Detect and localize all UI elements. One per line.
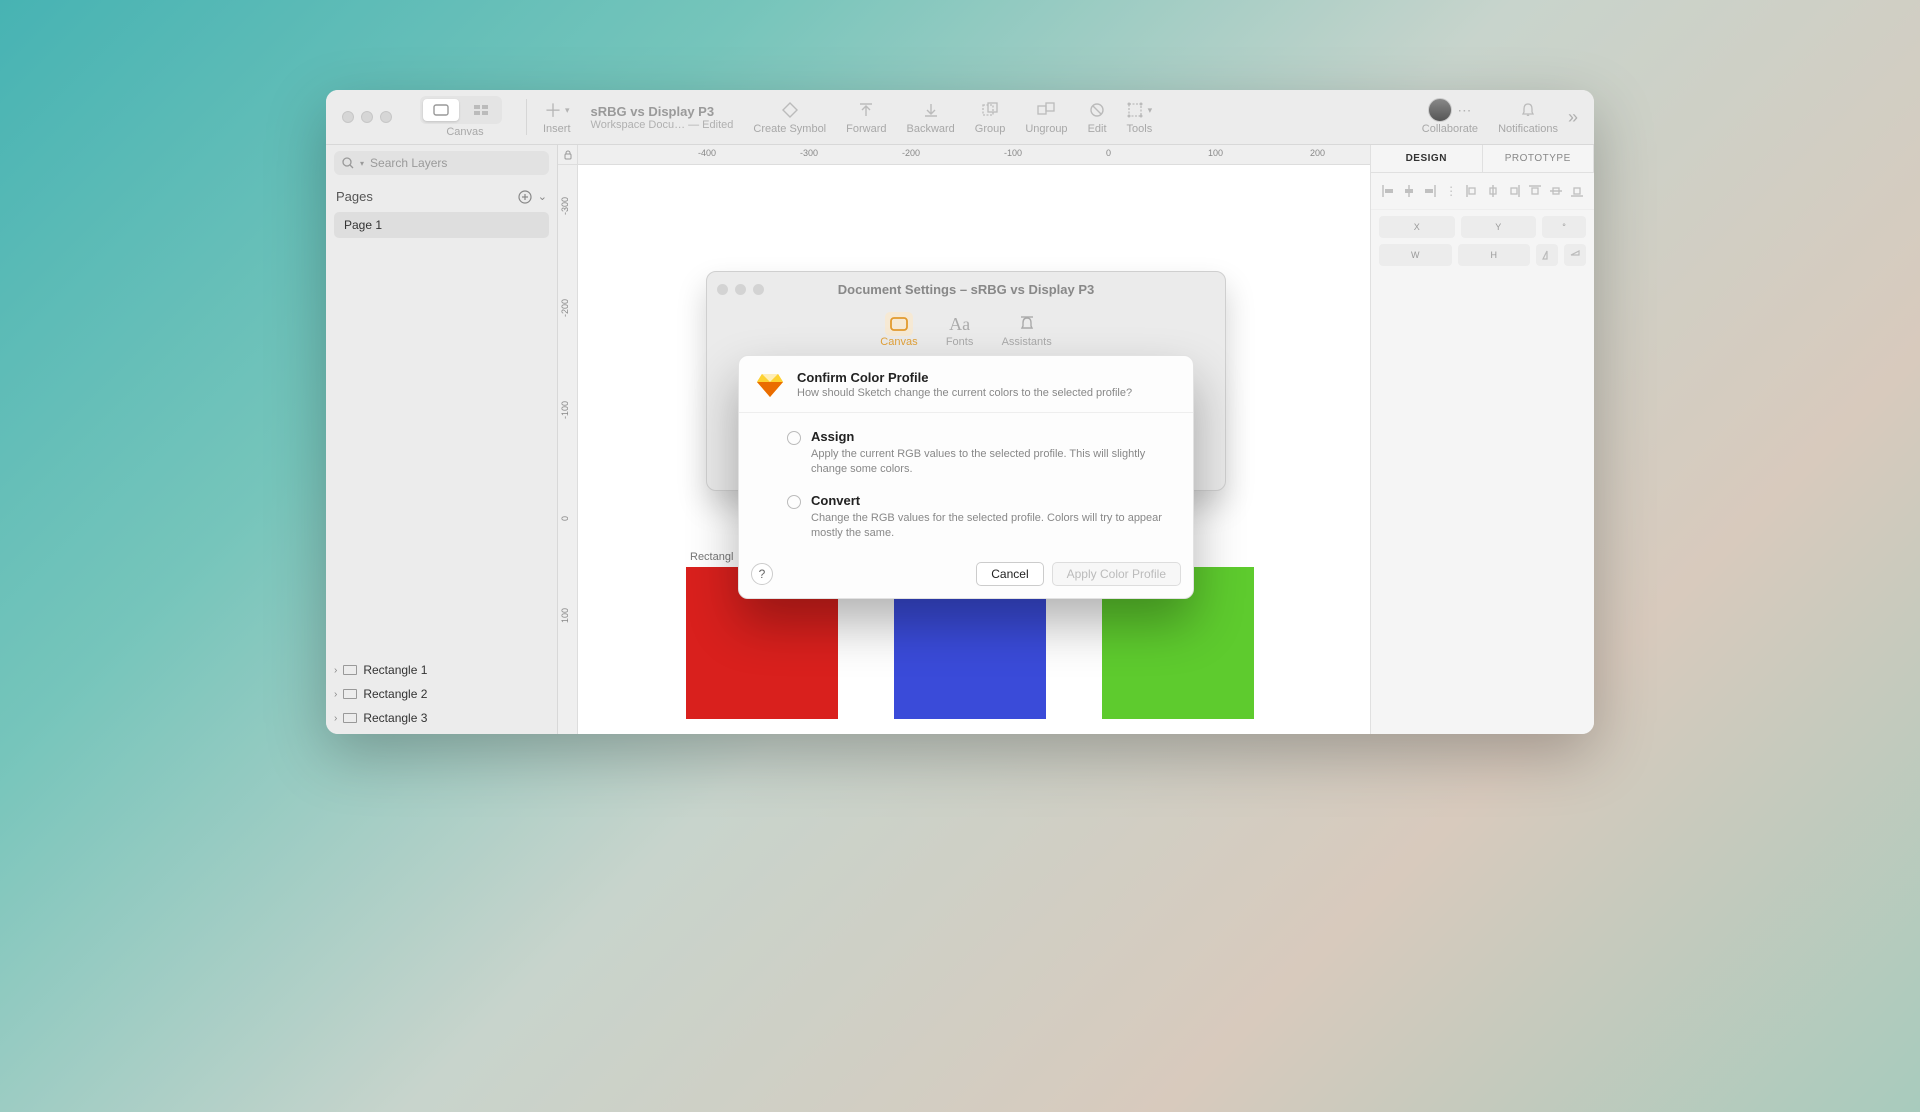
window-traffic-lights[interactable] (342, 111, 392, 123)
artboard-icon (343, 689, 357, 699)
close-icon[interactable] (342, 111, 354, 123)
flip-h-icon[interactable] (1536, 244, 1558, 266)
chevron-right-icon[interactable]: › (334, 665, 337, 676)
edit-button[interactable]: Edit (1078, 99, 1117, 135)
vertical-ruler: -300 -200 -100 0 100 (558, 165, 578, 734)
artboard-icon (343, 665, 357, 675)
apply-color-profile-button[interactable]: Apply Color Profile (1052, 562, 1181, 586)
canvas-view-toggle: Canvas (410, 96, 520, 138)
layer-item[interactable]: › Rectangle 1 (326, 658, 557, 682)
radio-icon[interactable] (787, 495, 801, 509)
artboard-icon (343, 713, 357, 723)
x-field[interactable]: X (1379, 216, 1455, 238)
tools-button[interactable]: ▾ Tools (1117, 99, 1163, 135)
group-button[interactable]: Group (965, 99, 1016, 135)
app-window: Canvas ＋▾ Insert sRBG vs Display P3 Work… (326, 90, 1594, 734)
horizontal-ruler: -400 -300 -200 -100 0 100 200 (578, 145, 1370, 165)
canvas-icon (885, 312, 913, 336)
search-icon (342, 157, 354, 169)
inspector-panel: DESIGN PROTOTYPE ⋮ X Y ° (1370, 145, 1594, 734)
artboard-label: Rectangl (690, 551, 733, 563)
canvas-area[interactable]: -400 -300 -200 -100 0 100 200 -300 -200 … (558, 145, 1370, 734)
forward-button[interactable]: Forward (836, 99, 896, 135)
page-item[interactable]: Page 1 (334, 212, 549, 238)
w-field[interactable]: W (1379, 244, 1452, 266)
canvas[interactable]: Rectangl Document Settings – sRBG vs Dis… (578, 165, 1370, 734)
tab-prototype[interactable]: PROTOTYPE (1483, 145, 1595, 172)
align-bottom-icon[interactable] (1567, 181, 1586, 201)
docset-titlebar: Document Settings – sRBG vs Display P3 (707, 272, 1225, 306)
left-sidebar: ▾ Search Layers Pages ⌄ Page 1 › Rectang… (326, 145, 558, 734)
pages-header: Pages ⌄ (326, 181, 557, 212)
overflow-icon[interactable]: » (1568, 107, 1584, 128)
align-right-edge-icon[interactable] (1504, 181, 1523, 201)
chevron-right-icon[interactable]: › (334, 689, 337, 700)
canvas-toggle-label: Canvas (446, 126, 483, 138)
chevron-down-icon: ▾ (565, 105, 570, 116)
view-grid-icon[interactable] (463, 99, 499, 121)
document-title: sRBG vs Display P3 Workspace Docu… — Edi… (581, 104, 744, 131)
layer-item[interactable]: › Rectangle 3 (326, 706, 557, 730)
align-center-h-icon[interactable] (1400, 181, 1419, 201)
bell-icon (1520, 102, 1536, 118)
align-left-icon[interactable] (1379, 181, 1398, 201)
align-center-icon[interactable] (1484, 181, 1503, 201)
view-single-icon[interactable] (423, 99, 459, 121)
chevron-right-icon[interactable]: › (334, 713, 337, 724)
add-page-icon[interactable] (512, 190, 532, 204)
docset-tab-canvas[interactable]: Canvas (880, 312, 917, 348)
layer-list: › Rectangle 1 › Rectangle 2 › Rectangle … (326, 658, 557, 734)
align-left-edge-icon[interactable] (1463, 181, 1482, 201)
minimize-icon[interactable] (361, 111, 373, 123)
main-toolbar: Canvas ＋▾ Insert sRBG vs Display P3 Work… (326, 90, 1594, 145)
insert-button[interactable]: ＋▾ Insert (533, 99, 581, 135)
docset-tab-fonts[interactable]: Aa Fonts (946, 312, 974, 348)
tab-design[interactable]: DESIGN (1371, 145, 1483, 172)
option-assign[interactable]: Assign Apply the current RGB values to t… (787, 423, 1177, 487)
y-field[interactable]: Y (1461, 216, 1537, 238)
option-convert[interactable]: Convert Change the RGB values for the se… (787, 487, 1177, 551)
align-controls: ⋮ (1371, 173, 1594, 210)
ungroup-button[interactable]: Ungroup (1015, 99, 1077, 135)
docset-tab-assistants[interactable]: Assistants (1002, 312, 1052, 348)
align-right-icon[interactable] (1421, 181, 1440, 201)
backward-button[interactable]: Backward (896, 99, 964, 135)
search-placeholder: Search Layers (370, 156, 447, 170)
cancel-button[interactable]: Cancel (976, 562, 1043, 586)
create-symbol-button[interactable]: Create Symbol (743, 99, 836, 135)
lock-icon[interactable] (558, 145, 578, 165)
collaborate-button[interactable]: ⋯ Collaborate (1412, 99, 1488, 135)
radio-icon[interactable] (787, 431, 801, 445)
confirm-color-profile-dialog: Confirm Color Profile How should Sketch … (738, 355, 1194, 599)
layer-item[interactable]: › Rectangle 2 (326, 682, 557, 706)
align-top-icon[interactable] (1525, 181, 1544, 201)
flip-v-icon[interactable] (1564, 244, 1586, 266)
chevron-down-icon[interactable]: ⌄ (532, 190, 547, 203)
rotation-field[interactable]: ° (1542, 216, 1586, 238)
align-middle-icon[interactable] (1546, 181, 1565, 201)
h-field[interactable]: H (1458, 244, 1531, 266)
search-input[interactable]: ▾ Search Layers (334, 151, 549, 175)
distribute-h-icon[interactable]: ⋮ (1442, 181, 1461, 201)
dialog-title: Confirm Color Profile (797, 370, 1132, 385)
sketch-app-icon (755, 370, 785, 400)
notifications-button[interactable]: Notifications (1488, 99, 1568, 135)
window-traffic-lights[interactable] (717, 284, 764, 295)
bell-icon (1013, 312, 1041, 336)
fonts-icon: Aa (946, 312, 974, 336)
zoom-icon[interactable] (380, 111, 392, 123)
chevron-down-icon: ▾ (1148, 105, 1153, 116)
help-button[interactable]: ? (751, 563, 773, 585)
dialog-subtitle: How should Sketch change the current col… (797, 387, 1132, 399)
avatar-icon (1428, 98, 1452, 122)
